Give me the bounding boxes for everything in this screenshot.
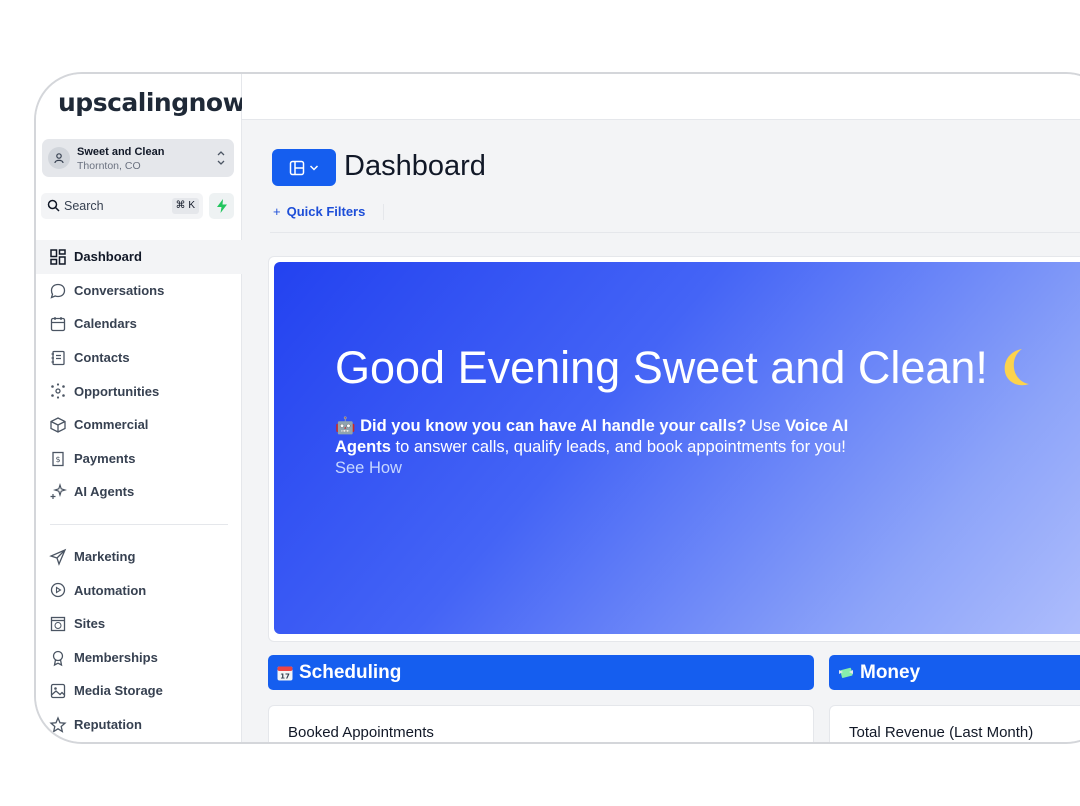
chevron-down-icon	[309, 164, 319, 171]
lightning-icon	[216, 199, 227, 213]
sidebar-item-label: Automation	[74, 582, 147, 598]
sidebar-item-contacts[interactable]: Contacts	[36, 341, 242, 375]
sidebar-item-label: Contacts	[74, 350, 130, 366]
sidebar-item-label: Commercial	[74, 417, 149, 433]
sidebar-item-commercial[interactable]: Commercial	[36, 408, 242, 442]
money-label: Money	[860, 661, 921, 683]
star-icon	[49, 716, 67, 733]
money-wings-icon	[839, 667, 853, 678]
account-name: Sweet and Clean	[77, 146, 165, 158]
greeting-banner: Good Evening Sweet and Clean! 🤖 Did you …	[274, 262, 1080, 634]
send-icon	[49, 548, 67, 566]
search-button[interactable]: Search ⌘ K	[41, 193, 203, 219]
sidebar-item-label: Calendars	[74, 316, 137, 332]
award-icon	[52, 650, 64, 666]
quick-filters-button[interactable]: + Quick Filters	[273, 204, 365, 219]
svg-text:$: $	[55, 455, 60, 464]
chat-bubble-icon	[50, 283, 66, 299]
sidebar-divider	[50, 523, 228, 525]
sidebar-item-label: Opportunities	[74, 383, 160, 399]
search-label: Search	[64, 199, 104, 213]
greeting-card: Good Evening Sweet and Clean! 🤖 Did you …	[268, 256, 1080, 642]
opportunities-icon	[51, 383, 65, 399]
booked-appointments-title: Booked Appointments	[288, 724, 434, 741]
sidebar-item-payments[interactable]: $ Payments	[36, 442, 242, 476]
sidebar-item-label: Reputation	[74, 717, 142, 733]
scheduling-label: Scheduling	[299, 661, 402, 683]
sidebar-item-dashboard[interactable]: Dashboard	[36, 240, 242, 274]
sidebar-item-label: Dashboard	[74, 249, 142, 265]
header-divider	[270, 232, 1080, 233]
sidebar-item-label: Conversations	[74, 282, 165, 298]
crescent-moon-icon	[1004, 349, 1029, 386]
total-revenue-card[interactable]: Total Revenue (Last Month)	[829, 705, 1080, 742]
calendar-emoji-icon: 17	[277, 666, 293, 680]
greeting-heading: Good Evening Sweet and Clean!	[335, 342, 1038, 394]
top-bar	[242, 74, 1080, 120]
search-shortcut: ⌘ K	[171, 198, 199, 214]
receipt-icon: $	[52, 451, 64, 466]
main-content: Dashboard + Quick Filters Good Evening Sw…	[242, 120, 1080, 742]
sidebar-item-media-storage[interactable]: Media Storage	[36, 674, 242, 708]
chevron-up-down-icon	[216, 148, 226, 173]
app-window: upscalingnow Sweet and Clean Thornton, C…	[34, 72, 1080, 744]
sidebar-item-ai-agents[interactable]: AI Agents	[36, 475, 242, 509]
booked-appointments-card[interactable]: Booked Appointments	[268, 705, 814, 742]
see-how-link[interactable]: See How	[335, 459, 402, 477]
box-icon	[50, 417, 66, 433]
sidebar-item-calendars[interactable]: Calendars	[36, 307, 242, 341]
sidebar: upscalingnow Sweet and Clean Thornton, C…	[36, 74, 246, 742]
page-title: Dashboard	[344, 150, 486, 182]
brand-logo[interactable]: upscalingnow	[58, 88, 246, 117]
account-location: Thornton, CO	[77, 160, 141, 172]
greeting-text: Good Evening Sweet and Clean!	[335, 342, 988, 393]
quick-filters-label: Quick Filters	[286, 204, 366, 219]
sidebar-item-label: Media Storage	[74, 683, 163, 699]
scheduling-section-header: 17 Scheduling	[268, 655, 814, 690]
layout-icon	[289, 160, 305, 175]
automation-icon	[50, 583, 66, 598]
sidebar-item-conversations[interactable]: Conversations	[36, 274, 242, 308]
calendar-icon	[50, 317, 66, 332]
quick-action-button[interactable]	[209, 193, 234, 219]
ai-tip: 🤖 Did you know you can have AI handle yo…	[335, 416, 855, 479]
tip-rest: to answer calls, qualify leads, and book…	[395, 438, 846, 456]
tip-use: Use	[751, 417, 781, 435]
sidebar-item-memberships[interactable]: Memberships	[36, 641, 242, 675]
sidebar-item-automation[interactable]: Automation	[36, 573, 242, 607]
sidebar-item-sites[interactable]: Sites	[36, 607, 242, 641]
dashboard-icon	[50, 249, 66, 265]
contacts-icon	[51, 350, 65, 365]
account-switcher[interactable]: Sweet and Clean Thornton, CO	[42, 139, 234, 177]
globe-window-icon	[50, 616, 66, 632]
sidebar-item-label: Marketing	[74, 549, 136, 565]
sidebar-item-label: Memberships	[74, 649, 158, 665]
robot-emoji: 🤖	[335, 417, 356, 435]
svg-text:17: 17	[280, 672, 290, 680]
plus-icon: +	[273, 204, 281, 219]
image-icon	[50, 683, 66, 699]
tip-question: Did you know you can have AI handle your…	[360, 417, 747, 435]
dashboard-switcher-button[interactable]	[272, 149, 336, 186]
sidebar-nav: Dashboard Conversations Calendars Contac…	[36, 240, 242, 741]
money-section-header: Money	[829, 655, 1080, 690]
search-icon	[47, 199, 60, 217]
sidebar-item-marketing[interactable]: Marketing	[36, 540, 242, 574]
filter-separator	[383, 204, 384, 220]
sidebar-item-label: Sites	[74, 616, 106, 632]
total-revenue-title: Total Revenue (Last Month)	[849, 724, 1034, 741]
user-icon	[48, 147, 70, 169]
sparkle-icon	[50, 483, 67, 500]
sidebar-item-opportunities[interactable]: Opportunities	[36, 374, 242, 408]
sidebar-item-label: AI Agents	[74, 484, 135, 500]
sidebar-item-label: Payments	[74, 450, 136, 466]
sidebar-item-reputation[interactable]: Reputation	[36, 708, 242, 742]
